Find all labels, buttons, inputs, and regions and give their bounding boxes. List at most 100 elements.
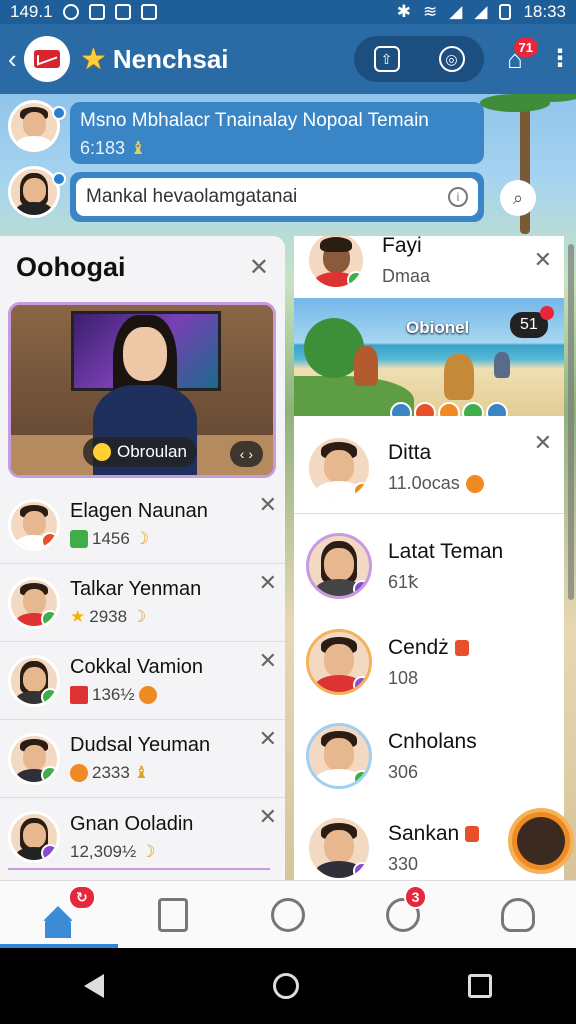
status-mini-icon xyxy=(41,844,57,860)
face xyxy=(324,548,354,581)
list-item[interactable]: Latat Teman 61ꝁ xyxy=(294,518,564,614)
profile-icon xyxy=(501,897,536,932)
close-icon[interactable]: ✕ xyxy=(259,492,277,518)
video-user-chip[interactable]: Obroulan xyxy=(83,437,197,467)
list-item[interactable]: Talkar Yenman ★ 2938 ☽ ✕ xyxy=(0,564,285,642)
home-icon-body xyxy=(44,921,71,938)
message-input-card: Mankal hevaolamgatanai i xyxy=(70,172,484,222)
avatar[interactable] xyxy=(8,166,60,218)
game-character xyxy=(494,352,510,378)
notification-button[interactable]: ⌂ 71 xyxy=(490,34,540,84)
mail-button[interactable] xyxy=(24,36,70,82)
message-card[interactable]: Msno Mbhalacr Tnainalay Nopoal Temain 6:… xyxy=(70,102,484,164)
tab-add[interactable] xyxy=(230,881,345,948)
status-icon xyxy=(88,4,105,20)
item-sub: 61ꝁ xyxy=(388,571,419,592)
face xyxy=(22,666,46,692)
home-nav-icon[interactable] xyxy=(272,973,299,999)
item-value: 2333 xyxy=(92,763,130,782)
avatar xyxy=(306,723,372,789)
item-name: Cnholans xyxy=(388,729,477,753)
item-name: Talkar Yenman xyxy=(70,578,202,600)
message-input[interactable]: Mankal hevaolamgatanai i xyxy=(76,178,478,216)
close-icon[interactable]: ✕ xyxy=(259,726,277,752)
list-item[interactable]: Cokkal Vamion 136½ ✕ xyxy=(0,642,285,720)
calendar-icon xyxy=(157,897,188,932)
status-mini-icon xyxy=(353,580,369,596)
recents-nav-icon[interactable] xyxy=(467,974,492,998)
bell-icon: ♝ xyxy=(130,138,147,158)
reaction-icon[interactable] xyxy=(462,402,484,416)
tag-icon xyxy=(465,825,480,842)
banana-icon: ☽ xyxy=(131,607,147,626)
game-character xyxy=(444,354,474,400)
game-character xyxy=(354,346,378,386)
chat-preview: Msno Mbhalacr Tnainalay Nopoal Temain 6:… xyxy=(0,94,576,234)
item-sub: 330 xyxy=(388,853,419,874)
system-nav-bar xyxy=(0,948,576,1024)
gift-icon xyxy=(70,686,88,704)
list-item[interactable]: Cnholans 306 xyxy=(294,710,564,802)
search-button[interactable]: ⌕ xyxy=(500,180,536,216)
avatar xyxy=(8,732,60,785)
star-icon: ★ xyxy=(80,42,107,76)
target-icon[interactable]: ◎ xyxy=(438,46,465,72)
app-root: 149.1 ✱ ≋ ◢ ◢ 18:33 ‹ ★ Nenchsai ⇧ ◎ ⌂ 7… xyxy=(0,0,576,1024)
item-name: Latat Teman xyxy=(388,539,504,563)
close-icon[interactable]: ✕ xyxy=(259,648,277,674)
list-item[interactable]: Fayi Dmaa ✕ xyxy=(294,236,564,292)
close-icon[interactable]: ✕ xyxy=(259,570,277,596)
close-icon[interactable]: ✕ xyxy=(249,253,269,282)
message-time-text: 6:183 xyxy=(80,138,126,158)
back-nav-icon[interactable] xyxy=(84,974,105,998)
status-icon xyxy=(114,4,131,20)
reaction-icon[interactable] xyxy=(438,402,460,416)
live-video[interactable]: Obroulan ‹ › xyxy=(8,302,276,478)
battery-icon xyxy=(499,4,512,20)
list-item[interactable]: Dudsal Yeuman 2333 ♝ ✕ xyxy=(0,720,285,798)
list-item[interactable]: Ditta 11.0ocas ✕ xyxy=(294,422,564,514)
tab-calendar[interactable] xyxy=(115,881,230,948)
home-badge: ↻ xyxy=(68,885,96,910)
game-fab-button[interactable] xyxy=(508,808,574,874)
banana-icon: ☽ xyxy=(133,529,150,548)
video-nav-button[interactable]: ‹ › xyxy=(229,441,263,467)
list-item[interactable]: Cendż 108 xyxy=(294,614,564,710)
tab-games[interactable]: 3 xyxy=(346,881,461,948)
bluetooth-icon: ✱ xyxy=(396,2,412,21)
list-item[interactable]: Gnan Ooladin 12,309½ ☽ ✕ xyxy=(0,798,285,876)
reaction-icon[interactable] xyxy=(390,402,412,416)
avatar xyxy=(306,434,372,501)
tab-home[interactable]: ↻ xyxy=(0,881,115,948)
face xyxy=(324,644,354,677)
avatar xyxy=(8,654,60,707)
signal-icon: ◢ xyxy=(449,2,463,21)
avatar xyxy=(8,498,60,551)
close-icon[interactable]: ✕ xyxy=(534,430,552,456)
back-icon[interactable]: ‹ xyxy=(8,44,22,75)
item-name: Fayi xyxy=(382,236,422,257)
tab-profile[interactable] xyxy=(461,881,576,948)
status-mini-icon xyxy=(353,481,369,498)
item-name: Elagen Naunan xyxy=(70,500,208,522)
share-icon[interactable]: ⇧ xyxy=(373,46,400,72)
game-preview[interactable]: Obionel 51 xyxy=(294,298,564,416)
close-icon[interactable]: ✕ xyxy=(259,804,277,830)
item-name: Dudsal Yeuman xyxy=(70,734,211,756)
message-input-text: Mankal hevaolamgatanai xyxy=(86,186,298,207)
close-icon[interactable]: ✕ xyxy=(534,247,552,273)
status-mini-icon xyxy=(41,531,57,548)
face xyxy=(324,449,354,483)
battery-small-icon xyxy=(140,4,157,20)
reaction-icon[interactable] xyxy=(486,402,508,416)
avatar[interactable] xyxy=(8,100,60,152)
more-menu-icon[interactable]: ⋮ xyxy=(548,47,572,71)
reaction-icon[interactable] xyxy=(414,402,436,416)
add-icon xyxy=(271,897,305,932)
status-bar: 149.1 ✱ ≋ ◢ ◢ 18:33 xyxy=(0,0,576,24)
list-item[interactable]: Elagen Naunan 1456 ☽ ✕ xyxy=(0,486,285,564)
banana-icon: ☽ xyxy=(140,841,156,861)
status-mini-icon xyxy=(353,676,369,692)
info-icon[interactable]: i xyxy=(448,187,468,207)
scrollbar[interactable] xyxy=(568,244,574,600)
